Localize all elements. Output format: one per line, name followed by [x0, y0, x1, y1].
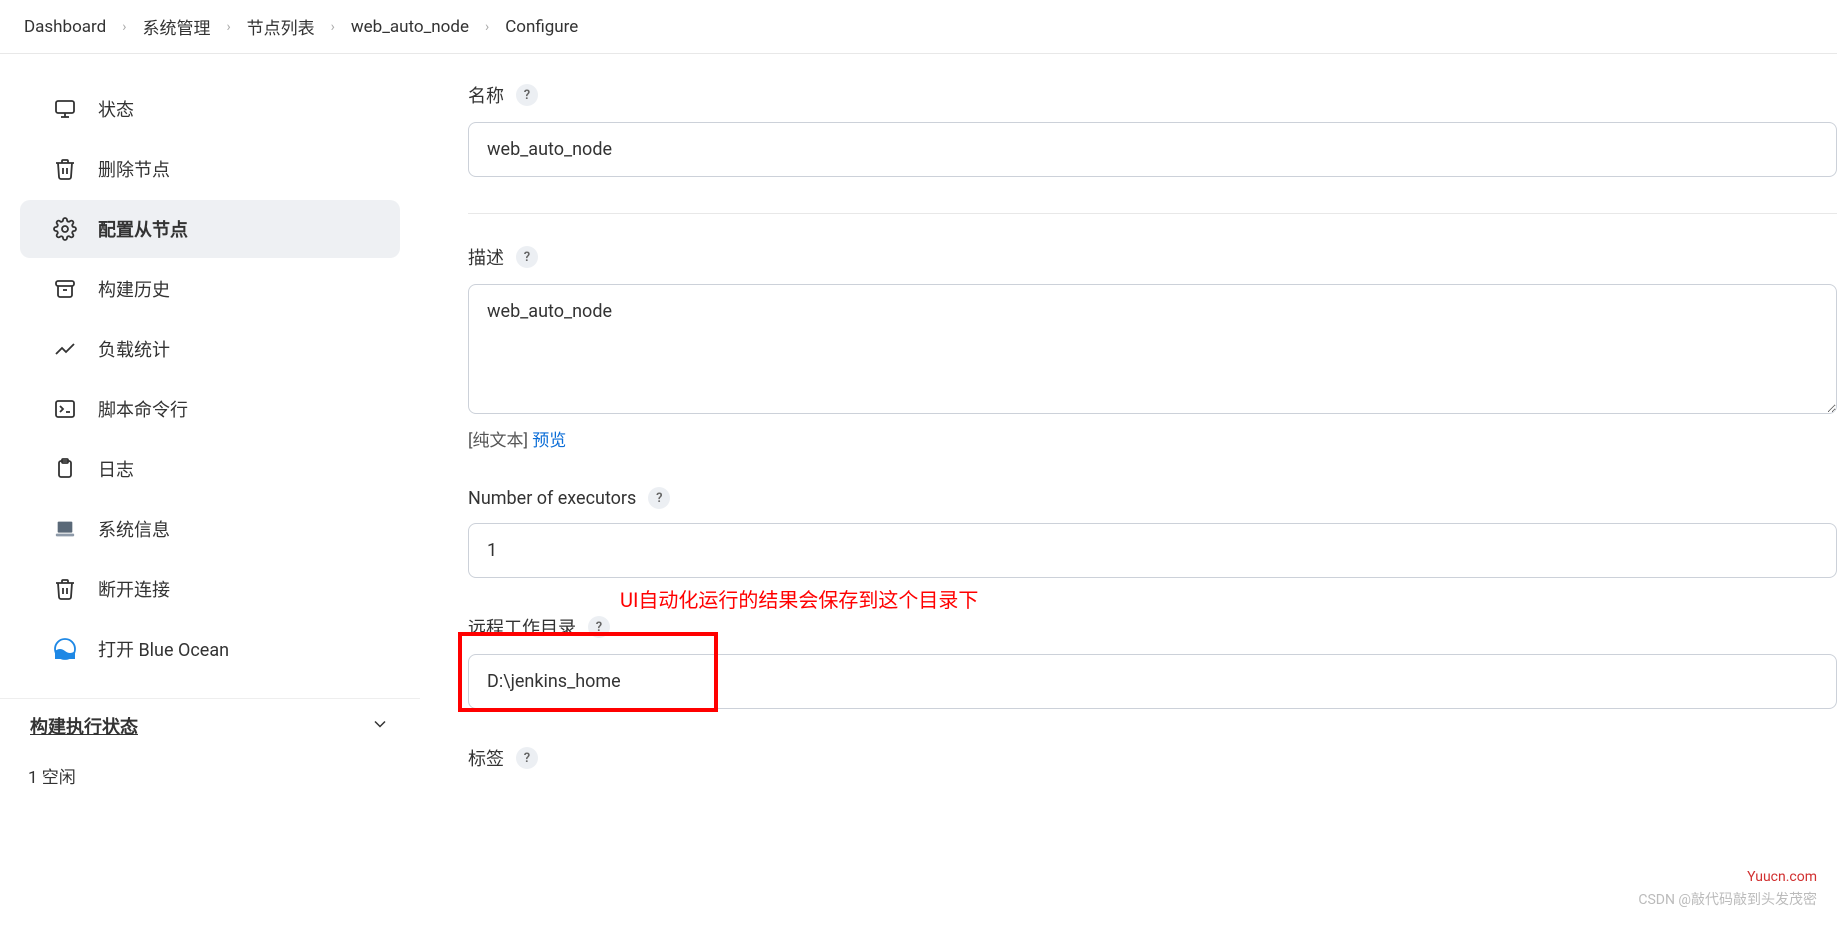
form-row-description: 描述 ? [纯文本] 预览: [468, 244, 1837, 451]
gear-icon: [52, 216, 78, 242]
remote-dir-input[interactable]: [468, 654, 1837, 709]
watermark-site: Yuucn.com: [1638, 866, 1817, 888]
sidebar-item-label: 打开 Blue Ocean: [98, 636, 229, 662]
annotation-text: UI自动化运行的结果会保存到这个目录下: [620, 584, 978, 613]
activity-icon: [52, 336, 78, 362]
chevron-right-icon: ›: [122, 19, 126, 35]
monitor-icon: [52, 96, 78, 122]
divider: [468, 213, 1837, 214]
sidebar-item-log[interactable]: 日志: [20, 440, 400, 498]
description-textarea[interactable]: [468, 284, 1837, 414]
breadcrumb-item[interactable]: Configure: [505, 17, 578, 37]
remote-dir-label: 远程工作目录: [468, 614, 576, 640]
executors-input[interactable]: [468, 523, 1837, 578]
chevron-right-icon: ›: [226, 19, 230, 35]
name-input[interactable]: [468, 122, 1837, 177]
chevron-down-icon: [370, 714, 390, 738]
description-format-plain: [纯文本]: [468, 431, 532, 451]
breadcrumb-item[interactable]: Dashboard: [24, 17, 106, 37]
trash-icon: [52, 156, 78, 182]
sidebar-item-label: 负载统计: [98, 336, 170, 362]
sidebar-item-label: 系统信息: [98, 516, 170, 542]
sidebar-item-load-stats[interactable]: 负载统计: [20, 320, 400, 378]
build-executor-toggle[interactable]: 构建执行状态: [0, 698, 420, 753]
sidebar-item-disconnect[interactable]: 断开连接: [20, 560, 400, 618]
sidebar-item-label: 删除节点: [98, 156, 170, 182]
blue-ocean-icon: [52, 636, 78, 662]
sidebar-item-script-console[interactable]: 脚本命令行: [20, 380, 400, 438]
sidebar-item-label: 配置从节点: [98, 216, 188, 242]
sidebar-item-delete-node[interactable]: 删除节点: [20, 140, 400, 198]
help-icon[interactable]: ?: [516, 84, 538, 106]
form-row-tags: 标签 ?: [468, 745, 1837, 771]
name-label: 名称: [468, 82, 504, 108]
sidebar-item-label: 断开连接: [98, 576, 170, 602]
help-icon[interactable]: ?: [648, 487, 670, 509]
build-executor-title: 构建执行状态: [30, 713, 138, 739]
clipboard-icon: [52, 456, 78, 482]
sidebar-item-label: 日志: [98, 456, 134, 482]
sidebar: 状态 删除节点 配置从节点 构建历史 负载统计: [0, 54, 420, 887]
chevron-right-icon: ›: [331, 19, 335, 35]
breadcrumb-item[interactable]: 节点列表: [247, 14, 315, 39]
form-row-remote-dir: 远程工作目录 ?: [468, 614, 1837, 709]
sidebar-item-configure[interactable]: 配置从节点: [20, 200, 400, 258]
sidebar-item-label: 状态: [98, 96, 134, 122]
watermarks: Yuucn.com CSDN @敲代码敲到头发茂密: [1638, 866, 1817, 911]
executor-status-idle: 1 空闲: [0, 753, 420, 798]
chevron-right-icon: ›: [485, 19, 489, 35]
breadcrumb: Dashboard › 系统管理 › 节点列表 › web_auto_node …: [0, 0, 1837, 54]
breadcrumb-item[interactable]: web_auto_node: [351, 17, 469, 37]
watermark-author: CSDN @敲代码敲到头发茂密: [1638, 889, 1817, 911]
help-icon[interactable]: ?: [516, 246, 538, 268]
sidebar-item-blue-ocean[interactable]: 打开 Blue Ocean: [20, 620, 400, 678]
description-label: 描述: [468, 244, 504, 270]
archive-icon: [52, 276, 78, 302]
breadcrumb-item[interactable]: 系统管理: [142, 14, 210, 39]
computer-icon: [52, 516, 78, 542]
tags-label: 标签: [468, 745, 504, 771]
form-row-executors: Number of executors ?: [468, 487, 1837, 578]
sidebar-item-status[interactable]: 状态: [20, 80, 400, 138]
help-icon[interactable]: ?: [588, 616, 610, 638]
help-icon[interactable]: ?: [516, 747, 538, 769]
sidebar-item-label: 构建历史: [98, 276, 170, 302]
trash-icon: [52, 576, 78, 602]
sidebar-item-build-history[interactable]: 构建历史: [20, 260, 400, 318]
form-row-name: 名称 ?: [468, 82, 1837, 177]
sidebar-item-system-info[interactable]: 系统信息: [20, 500, 400, 558]
main-content: 名称 ? 描述 ? [纯文本] 预览 Number of executors ?…: [420, 54, 1837, 887]
preview-link[interactable]: 预览: [532, 431, 566, 451]
sidebar-item-label: 脚本命令行: [98, 396, 188, 422]
terminal-icon: [52, 396, 78, 422]
executors-label: Number of executors: [468, 488, 636, 509]
